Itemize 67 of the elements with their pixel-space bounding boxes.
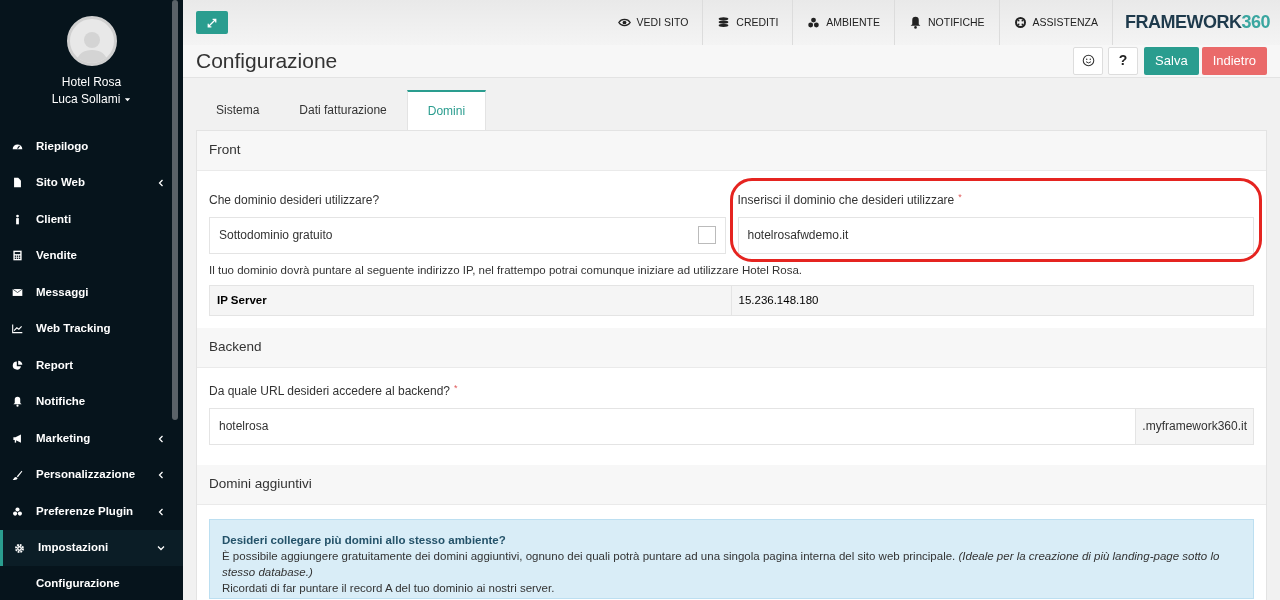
sidebar-item[interactable]: Personalizzazione [0, 456, 183, 494]
section-heading: Domini aggiuntivi [209, 475, 312, 494]
section-heading: Backend [209, 338, 262, 357]
chevron-left-icon [157, 434, 165, 443]
field-label: Che dominio desideri utilizzare? [209, 191, 380, 209]
sidebar-item[interactable]: Sito Web [0, 164, 183, 202]
url-suffix: .myframework360.it [1135, 408, 1253, 444]
chevron-down-icon [157, 544, 165, 553]
sidebar-item[interactable]: Marketing [0, 420, 183, 457]
info-title: Desideri collegare più domini allo stesso ambiente? [222, 532, 507, 548]
field-label: Da quale URL desideri accedere al backend? [209, 382, 451, 400]
megaphone-icon [12, 433, 23, 444]
chevron-left-icon [157, 507, 165, 516]
smiley-icon [1081, 54, 1095, 68]
hotel-name: Hotel Rosa [61, 74, 122, 91]
envelope-icon [12, 286, 23, 298]
field-label: Inserisci il dominio che desideri utilizzare [737, 191, 955, 209]
info-text: Ricordati di far puntare il record A del tuo dominio ai nostri server. [222, 580, 556, 596]
sidebar-item[interactable]: Impostazioni [0, 529, 183, 567]
checkbox[interactable] [697, 226, 716, 244]
eye-icon [617, 16, 631, 29]
sidebar-item[interactable]: Notifiche [0, 383, 183, 421]
sidebar-item[interactable]: Vendite [0, 237, 183, 275]
avatar [66, 16, 117, 66]
table-cell: IP Server [210, 285, 732, 315]
info-text: Il tuo dominio dovrà puntare al seguente indirizzo IP, nel frattempo potrai comunque iniziare ad utilizzare Hotel Rosa. [209, 262, 803, 278]
expand-icon [207, 17, 217, 28]
caret-down-icon [124, 96, 132, 103]
feedback-button[interactable] [1073, 46, 1104, 75]
chevron-left-icon [157, 178, 165, 187]
sidebar-item[interactable]: Web Tracking [0, 310, 183, 348]
table-cell-text: 15.236.148.180 [737, 292, 820, 308]
chevron-left-icon [157, 471, 165, 480]
gear-icon [14, 542, 25, 554]
sidebar-item[interactable]: Messaggi [0, 274, 183, 311]
tab[interactable]: Domini [406, 89, 487, 130]
section-heading: Front [209, 140, 241, 159]
page-title: Configurazione [196, 48, 339, 74]
expand-button[interactable] [196, 11, 228, 34]
info-text: È possibile aggiungere gratuitamente dei domini aggiuntivi, ognuno dei quali potrà puntare ad una singola pagina interna del sito web principale. (Ideale per la creazione di più landing-page sotto lo stesso database.) [222, 548, 1221, 580]
domain-input[interactable]: hotelrosafwdemo.it [737, 216, 1254, 254]
sidebar-subitem[interactable]: Configurazione [0, 566, 183, 600]
backend-url-field[interactable]: hotelrosa .myframework360.it [209, 407, 1254, 445]
pie-chart-icon [12, 359, 23, 371]
sidebar-item[interactable]: Report [0, 347, 183, 384]
bell-icon [12, 396, 23, 408]
tab[interactable]: Sistema [196, 89, 280, 130]
logo: FRAMEWORK360 [1124, 11, 1270, 34]
sidebar-item[interactable]: Preferenze Plugin [0, 493, 183, 530]
user-menu[interactable]: Luca Sollami [51, 91, 132, 108]
cubes-icon [807, 16, 821, 29]
cubes-icon [12, 506, 23, 518]
help-button[interactable]: ? [1108, 46, 1139, 75]
line-chart-icon [12, 323, 23, 335]
file-icon [12, 177, 23, 189]
subdomain-option[interactable]: Sottodominio gratuito [209, 216, 726, 254]
scrollbar[interactable] [172, 0, 178, 420]
tab[interactable]: Dati fatturazione [279, 89, 407, 130]
required-mark: * [454, 381, 458, 395]
sidebar-item[interactable]: Riepilogo [0, 128, 183, 165]
bell-icon [909, 16, 922, 29]
calculator-icon [12, 250, 23, 262]
coins-icon [717, 16, 731, 29]
brush-icon [12, 469, 23, 481]
life-ring-icon [1013, 16, 1027, 29]
required-mark: * [958, 190, 962, 204]
sidebar-item[interactable]: Clienti [0, 201, 183, 238]
